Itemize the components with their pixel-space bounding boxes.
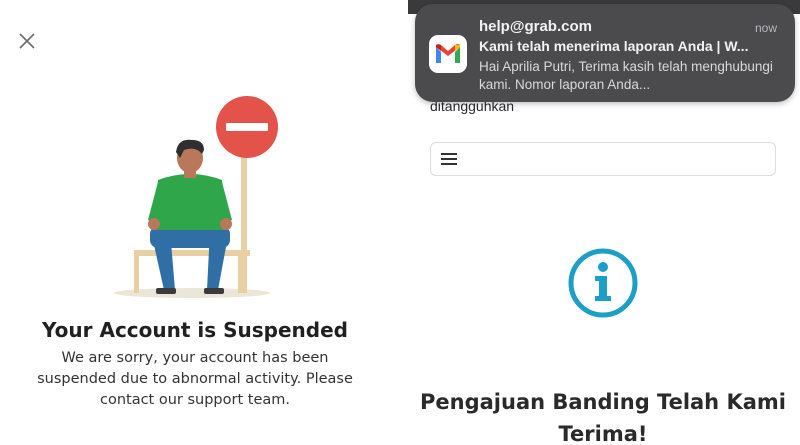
notification-subject: Kami telah menerima laporan Anda | W... [479, 38, 749, 54]
notification-sender: help@grab.com [479, 18, 592, 35]
info-icon [568, 248, 638, 318]
panel-divider [400, 0, 408, 445]
gmail-icon [429, 35, 467, 73]
suspended-screen: Your Account is Suspended We are sorry, … [0, 0, 400, 445]
close-button[interactable] [14, 28, 40, 54]
no-entry-sign-icon [216, 96, 278, 158]
close-icon[interactable] [18, 32, 36, 50]
appeal-title: Pengajuan Banding Telah Kami Terima! [420, 390, 786, 445]
notification-time: now [754, 21, 777, 35]
page-title: Your Account is Suspended [42, 318, 348, 342]
suspension-message: We are sorry, your account has been susp… [37, 350, 353, 408]
suspended-person-illustration [114, 96, 278, 298]
hamburger-menu-icon[interactable] [441, 150, 457, 168]
notification-body: Hai Aprilia Putri, Terima kasih telah me… [479, 59, 773, 92]
email-notification[interactable]: help@grab.com now Kami telah menerima la… [415, 4, 795, 102]
menu-bar[interactable] [430, 142, 776, 176]
